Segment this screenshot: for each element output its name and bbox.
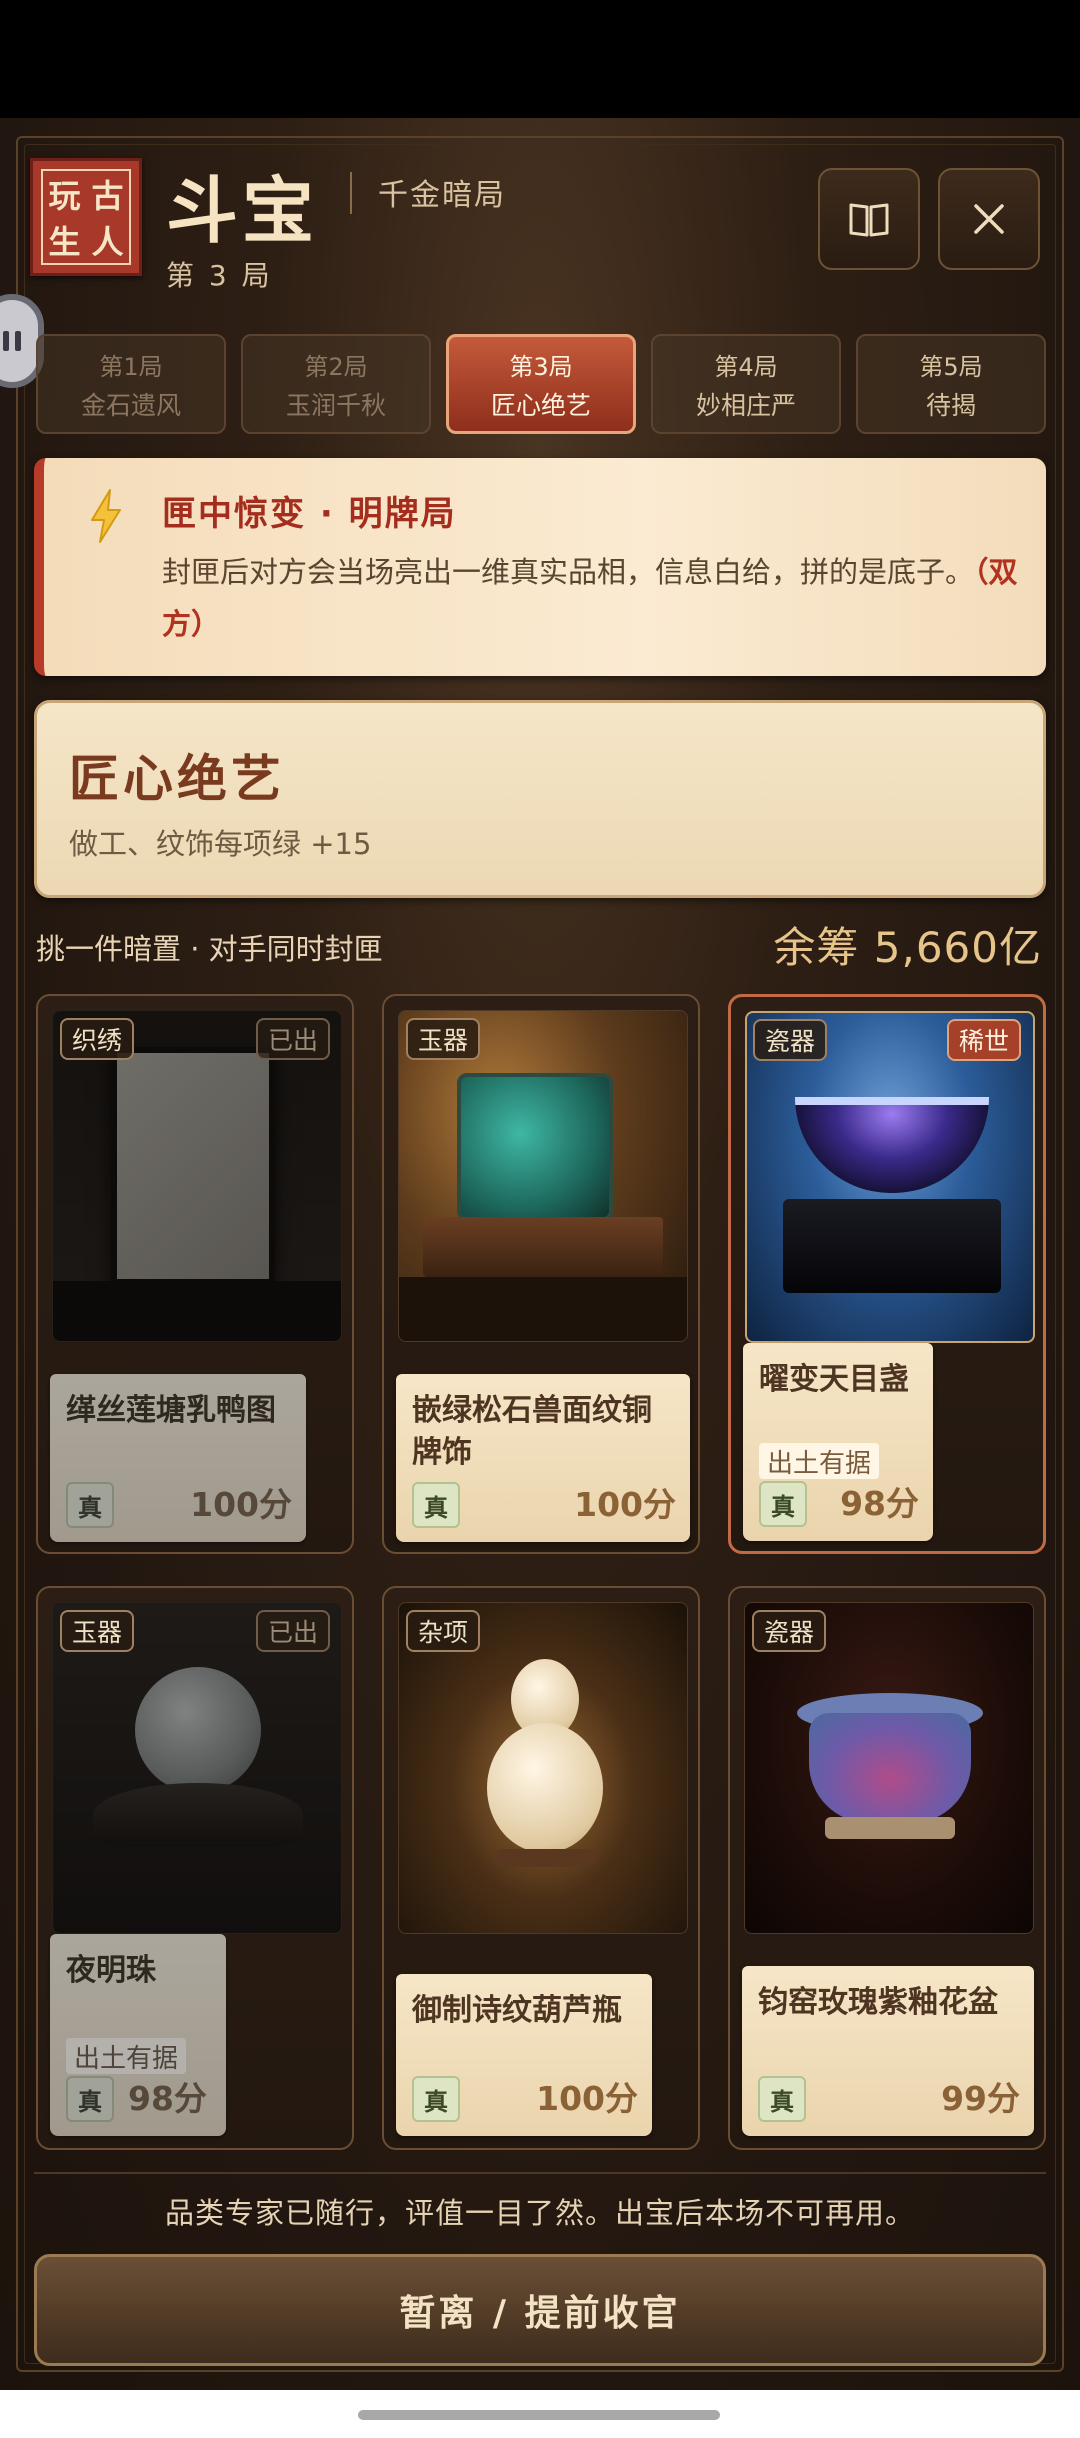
- item-info-panel: 嵌绿松石兽面纹铜牌饰 真 100分: [396, 1374, 690, 1542]
- tab-round-name: 妙相庄严: [695, 390, 796, 420]
- footer-note: 品类专家已随行，评值一目了然。出宝后本场不可再用。: [164, 2196, 915, 2230]
- page-title: 斗宝: [166, 168, 319, 253]
- category-tag: 瓷器: [752, 1610, 827, 1652]
- page-subtitle: 千金暗局: [378, 178, 506, 213]
- item-name: 御制诗纹葫芦瓶: [412, 1993, 622, 2028]
- item-card-3[interactable]: 瓷器 稀世 曜变天目盏 出土有据 真 98分: [728, 994, 1046, 1554]
- tab-round-1[interactable]: 第1局 金石遗风: [36, 334, 226, 434]
- item-card-1[interactable]: 织绣 已出 缂丝莲塘乳鸭图 真 100分: [36, 994, 354, 1554]
- tab-round-number: 第2局: [304, 352, 368, 381]
- category-tag: 玉器: [60, 1610, 135, 1652]
- item-info-panel: 御制诗纹葫芦瓶 真 100分: [396, 1974, 652, 2136]
- book-icon: [849, 203, 889, 237]
- authenticity-badge: 真: [412, 2076, 460, 2122]
- tab-round-name: 金石遗风: [80, 390, 181, 420]
- seal-char: 生: [48, 223, 81, 261]
- item-card-4[interactable]: 玉器 已出 夜明珠 出土有据 真 98分: [36, 1586, 354, 2150]
- item-info-panel: 钧窑玫瑰紫釉花盆 真 99分: [742, 1966, 1034, 2136]
- close-icon: [974, 204, 1004, 234]
- title-divider: [350, 172, 352, 214]
- category-tag: 玉器: [406, 1018, 481, 1060]
- skill-description: 做工、纹饰每项绿 +15: [69, 827, 372, 861]
- event-banner: 匣中惊变 · 明牌局 封匣后对方会当场亮出一维真实品相，信息白给，拼的是底子。（…: [34, 458, 1046, 676]
- category-tag: 杂项: [406, 1610, 481, 1652]
- rare-tag: 稀世: [946, 1019, 1021, 1061]
- home-indicator[interactable]: [358, 2410, 720, 2420]
- item-score: 100分: [536, 2079, 638, 2118]
- provenance-badge: 出土有据: [759, 1443, 880, 1479]
- tab-round-3[interactable]: 第3局 匠心绝艺: [446, 334, 636, 434]
- tab-round-name: 玉润千秋: [285, 390, 386, 420]
- tab-round-number: 第4局: [714, 352, 778, 381]
- item-card-2[interactable]: 玉器 嵌绿松石兽面纹铜牌饰 真 100分: [382, 994, 700, 1554]
- item-name: 钧窑玫瑰紫釉花盆: [758, 1985, 998, 2020]
- seal-char: 玩: [48, 177, 81, 215]
- category-tag: 瓷器: [753, 1019, 828, 1061]
- skill-title: 匠心绝艺: [69, 749, 285, 808]
- tab-round-2[interactable]: 第2局 玉润千秋: [241, 334, 431, 434]
- item-name: 夜明珠: [66, 1953, 156, 1988]
- status-bar: [0, 0, 1080, 118]
- item-name: 曜变天目盏: [759, 1362, 909, 1397]
- item-info-panel: 缂丝莲塘乳鸭图 真 100分: [50, 1374, 306, 1542]
- item-info-panel: 夜明珠 出土有据 真 98分: [50, 1934, 226, 2136]
- used-tag: 已出: [255, 1018, 330, 1060]
- item-score: 99分: [941, 2079, 1020, 2118]
- item-name: 缂丝莲塘乳鸭图: [66, 1393, 276, 1428]
- item-card-6[interactable]: 瓷器 钧窑玫瑰紫釉花盆 真 99分: [728, 1586, 1046, 2150]
- event-description-text: 封匣后对方会当场亮出一维真实品相，信息白给，拼的是底子。: [162, 555, 975, 589]
- event-description: 封匣后对方会当场亮出一维真实品相，信息白给，拼的是底子。（双方）: [162, 546, 1022, 650]
- authenticity-badge: 真: [66, 1482, 114, 1528]
- instruction-text: 挑一件暗置 · 对手同时封匣: [36, 932, 383, 966]
- seal-char: 古: [91, 177, 124, 215]
- handle-bar: [3, 331, 9, 351]
- authenticity-badge: 真: [758, 2076, 806, 2122]
- tab-round-name: 待揭: [925, 390, 976, 420]
- item-score: 100分: [574, 1485, 676, 1524]
- authenticity-badge: 真: [412, 1482, 460, 1528]
- tab-round-5[interactable]: 第5局 待揭: [856, 334, 1046, 434]
- item-info-panel: 曜变天目盏 出土有据 真 98分: [743, 1343, 933, 1541]
- seal-char: 人: [91, 223, 124, 261]
- close-button[interactable]: [938, 168, 1040, 270]
- item-card-5[interactable]: 杂项 御制诗纹葫芦瓶 真 100分: [382, 1586, 700, 2150]
- item-score: 98分: [840, 1484, 919, 1523]
- item-score: 100分: [190, 1485, 292, 1524]
- lightning-icon: [91, 489, 121, 543]
- chips-balance: 余筹 5,660亿: [773, 923, 1042, 972]
- category-tag: 织绣: [60, 1018, 135, 1060]
- provenance-badge: 出土有据: [66, 2038, 187, 2074]
- retreat-button[interactable]: 暂离 / 提前收官: [34, 2254, 1046, 2366]
- authenticity-badge: 真: [759, 1481, 807, 1527]
- round-skill-card: 匠心绝艺 做工、纹饰每项绿 +15: [34, 700, 1046, 898]
- item-name: 嵌绿松石兽面纹铜牌饰: [412, 1393, 652, 1470]
- handle-bar: [15, 331, 21, 351]
- tab-round-4[interactable]: 第4局 妙相庄严: [651, 334, 841, 434]
- used-tag: 已出: [255, 1610, 330, 1652]
- tab-round-name: 匠心绝艺: [490, 390, 591, 420]
- tab-round-number: 第1局: [99, 352, 163, 381]
- rules-book-button[interactable]: [818, 168, 920, 270]
- authenticity-badge: 真: [66, 2076, 114, 2122]
- tab-round-number: 第5局: [919, 352, 983, 381]
- round-label: 第 3 局: [166, 259, 273, 292]
- logo-seal: 古 玩 人 生: [30, 158, 142, 276]
- item-score: 98分: [128, 2079, 207, 2118]
- tab-round-number: 第3局: [509, 352, 573, 381]
- footer-divider: [34, 2172, 1046, 2174]
- event-title: 匣中惊变 · 明牌局: [162, 494, 457, 534]
